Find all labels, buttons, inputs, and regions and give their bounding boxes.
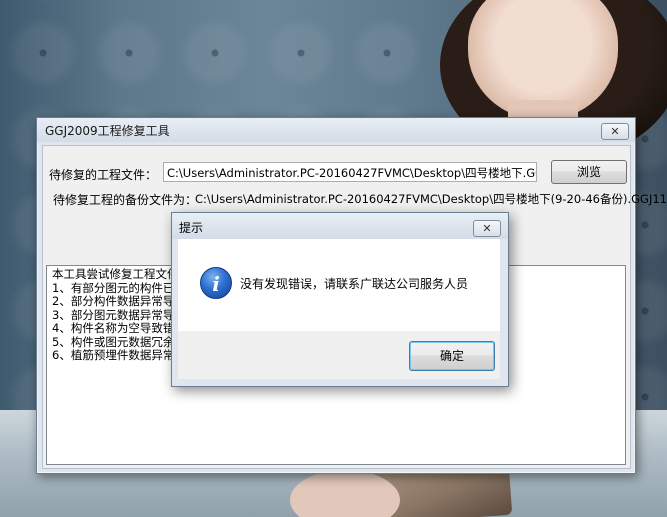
file-path-input[interactable]: C:\Users\Administrator.PC-20160427FVMC\D…	[163, 162, 537, 182]
dialog-message: 没有发现错误，请联系广联达公司服务人员	[240, 277, 469, 291]
browse-button[interactable]: 浏览	[551, 160, 627, 184]
dialog-title: 提示	[179, 221, 204, 235]
file-label: 待修复的工程文件：	[49, 168, 158, 182]
window-close-button[interactable]: ✕	[601, 123, 629, 140]
message-dialog: 提示 ✕ i 没有发现错误，请联系广联达公司服务人员 确定	[171, 212, 509, 387]
backup-path: C:\Users\Administrator.PC-20160427FVMC\D…	[195, 192, 667, 206]
dialog-footer: 确定	[178, 331, 500, 379]
dialog-close-button[interactable]: ✕	[473, 220, 501, 237]
backup-label: 待修复工程的备份文件为：	[53, 193, 198, 207]
ok-button[interactable]: 确定	[409, 341, 495, 371]
dialog-body: i 没有发现错误，请联系广联达公司服务人员	[178, 239, 500, 331]
information-icon: i	[200, 267, 232, 299]
window-title: GGJ2009工程修复工具	[45, 124, 170, 138]
window-titlebar[interactable]: GGJ2009工程修复工具 ✕	[37, 118, 635, 142]
dialog-titlebar[interactable]: 提示 ✕	[172, 213, 508, 239]
